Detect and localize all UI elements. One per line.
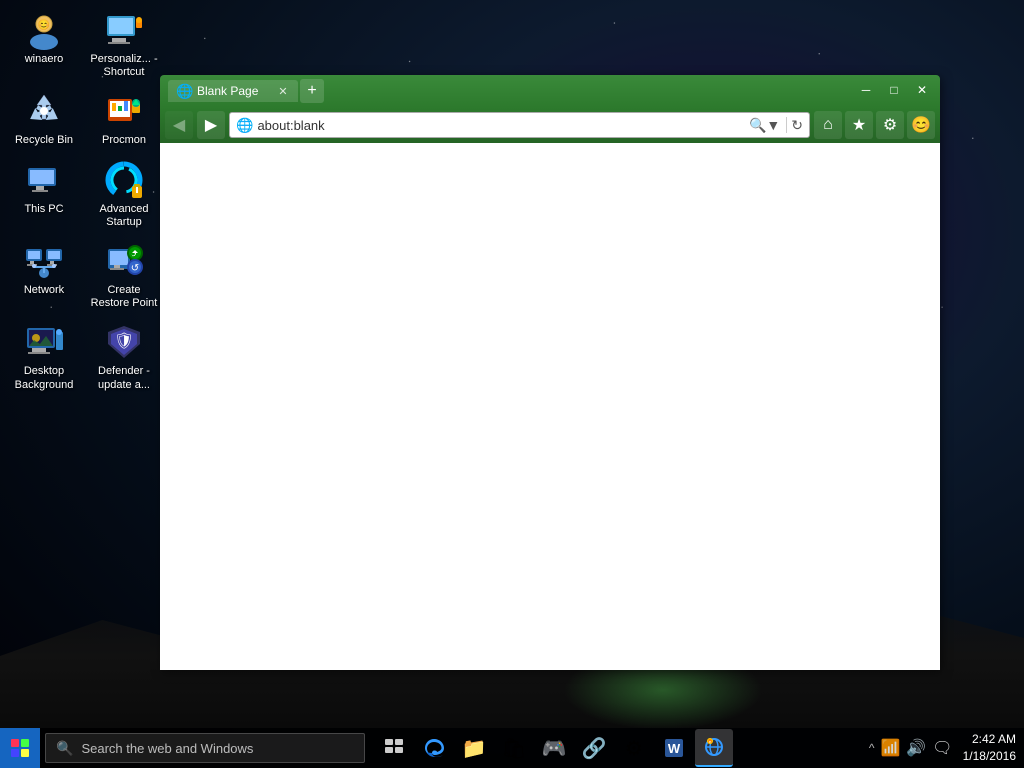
winaero-icon: 😊	[24, 10, 64, 50]
tab-favicon: 🌐	[176, 83, 192, 99]
taskbar: 🔍 Search the web and Windows	[0, 728, 1024, 768]
defender-icon: 🛡	[104, 322, 144, 362]
browser-content-area	[160, 143, 940, 670]
advstartup-label: Advanced Startup	[88, 203, 160, 229]
desktop-icon-procmon[interactable]: Procmon	[85, 86, 163, 152]
network-label: Network	[24, 284, 64, 297]
deskbg-icon	[24, 322, 64, 362]
svg-text:🛡: 🛡	[114, 332, 134, 350]
address-divider	[786, 117, 787, 133]
thispc-icon	[24, 160, 64, 200]
forward-icon: ▶	[205, 115, 217, 135]
winaero-label: winaero	[25, 53, 64, 66]
browser-navbar: ◀ ▶ 🌐 about:blank 🔍▼ ↻ ⌂ ★ ⚙	[160, 107, 940, 143]
tray-chevron[interactable]: ^	[869, 741, 875, 755]
app5-icon: 🎮	[542, 736, 567, 761]
taskbar-search[interactable]: 🔍 Search the web and Windows	[45, 733, 365, 763]
procmon-label: Procmon	[102, 134, 146, 147]
forward-button[interactable]: ▶	[197, 111, 225, 139]
desktop-icon-recycle[interactable]: Recycle Bin	[5, 86, 83, 152]
desktop-icons-container: 😊 winaero Personaliz... - Shortcut	[0, 0, 168, 402]
desktop-icon-advstartup[interactable]: Advanced Startup	[85, 155, 163, 234]
minimize-button[interactable]: ─	[853, 80, 879, 100]
star-icon: ★	[852, 115, 866, 135]
procmon-icon	[104, 91, 144, 131]
taskbar-apps: 📁 🛍 🎮 🔗 ⚙ W	[375, 729, 733, 767]
refresh-button[interactable]: ↻	[791, 117, 803, 134]
system-clock[interactable]: 2:42 AM 1/18/2016	[958, 731, 1016, 765]
desktop-icon-network[interactable]: Network	[5, 236, 83, 315]
personalize-icon	[104, 10, 144, 50]
clock-time: 2:42 AM	[963, 731, 1016, 748]
taskbar-app-app5[interactable]: 🎮	[535, 729, 573, 767]
clock-date: 1/18/2016	[963, 748, 1016, 765]
explorer-icon: 📁	[462, 736, 487, 761]
new-tab-button[interactable]: +	[300, 79, 324, 103]
address-search-button[interactable]: 🔍▼	[747, 117, 782, 134]
feedback-button[interactable]: 😊	[907, 111, 935, 139]
svg-text:😊: 😊	[38, 19, 50, 31]
svg-text:W: W	[668, 741, 681, 756]
restore-icon: ↺	[104, 241, 144, 281]
desktop-icon-deskbg[interactable]: Desktop Background	[5, 317, 83, 396]
gear-icon: ⚙	[883, 115, 897, 135]
personalize-label: Personaliz... - Shortcut	[88, 53, 160, 79]
defender-label: Defender - update a...	[88, 365, 160, 391]
taskbar-app-settings[interactable]: ⚙	[615, 729, 653, 767]
taskbar-app-taskview[interactable]	[375, 729, 413, 767]
settings-icon: ⚙	[625, 736, 643, 761]
address-text: about:blank	[257, 118, 743, 133]
deskbg-label: Desktop Background	[8, 365, 80, 391]
desktop-icon-winaero[interactable]: 😊 winaero	[5, 5, 83, 84]
browser-titlebar: 🌐 Blank Page ✕ + ─ □ ✕	[160, 75, 940, 107]
tab-close-button[interactable]: ✕	[276, 84, 290, 98]
back-button[interactable]: ◀	[165, 111, 193, 139]
address-bar[interactable]: 🌐 about:blank 🔍▼ ↻	[229, 112, 810, 138]
restore-label: Create Restore Point	[88, 284, 160, 310]
close-button[interactable]: ✕	[909, 80, 935, 100]
home-button[interactable]: ⌂	[814, 111, 842, 139]
network-icon	[24, 241, 64, 281]
maximize-button[interactable]: □	[881, 80, 907, 100]
toolbar-right: ⌂ ★ ⚙ 😊	[814, 111, 935, 139]
windows-logo	[11, 739, 29, 757]
taskbar-app-app6[interactable]: 🔗	[575, 729, 613, 767]
svg-text:↺: ↺	[131, 263, 139, 274]
back-icon: ◀	[173, 115, 185, 135]
desktop-icon-personalize[interactable]: Personaliz... - Shortcut	[85, 5, 163, 84]
start-button[interactable]	[0, 728, 40, 768]
taskbar-app-word[interactable]: W	[655, 729, 693, 767]
browser-window: 🌐 Blank Page ✕ + ─ □ ✕ ◀ ▶ 🌐 abo	[160, 75, 940, 670]
taskbar-right: ^ 📶 🔊 🗨 2:42 AM 1/18/2016	[869, 731, 1024, 765]
recycle-icon	[24, 91, 64, 131]
tools-button[interactable]: ⚙	[876, 111, 904, 139]
browser-tab-blank[interactable]: 🌐 Blank Page ✕	[168, 80, 298, 102]
search-placeholder: Search the web and Windows	[81, 741, 253, 756]
desktop-icon-thispc[interactable]: This PC	[5, 155, 83, 234]
notification-tray-icon[interactable]: 🗨	[932, 738, 952, 758]
home-icon: ⌂	[823, 116, 833, 134]
app6-icon: 🔗	[582, 736, 607, 761]
window-controls: ─ □ ✕	[853, 80, 935, 100]
search-icon: 🔍	[56, 740, 73, 757]
smile-icon: 😊	[911, 115, 931, 135]
recycle-label: Recycle Bin	[15, 134, 73, 147]
desktop: 😊 winaero Personaliz... - Shortcut	[0, 0, 1024, 768]
network-tray-icon[interactable]: 📶	[880, 738, 900, 758]
thispc-label: This PC	[24, 203, 63, 216]
favorites-button[interactable]: ★	[845, 111, 873, 139]
tab-label: Blank Page	[197, 84, 258, 98]
system-tray: ^ 📶 🔊 🗨	[869, 738, 953, 758]
taskbar-app-ie[interactable]: e	[695, 729, 733, 767]
store-icon: 🛍	[501, 736, 526, 761]
taskbar-app-edge[interactable]	[415, 729, 453, 767]
taskbar-app-explorer[interactable]: 📁	[455, 729, 493, 767]
address-favicon: 🌐	[236, 117, 253, 134]
desktop-icon-restore[interactable]: ↺ Create Restore Point	[85, 236, 163, 315]
taskbar-app-store[interactable]: 🛍	[495, 729, 533, 767]
desktop-icon-defender[interactable]: 🛡 Defender - update a...	[85, 317, 163, 396]
tab-bar: 🌐 Blank Page ✕ +	[168, 79, 932, 103]
advstartup-icon	[104, 160, 144, 200]
volume-tray-icon[interactable]: 🔊	[906, 738, 926, 758]
